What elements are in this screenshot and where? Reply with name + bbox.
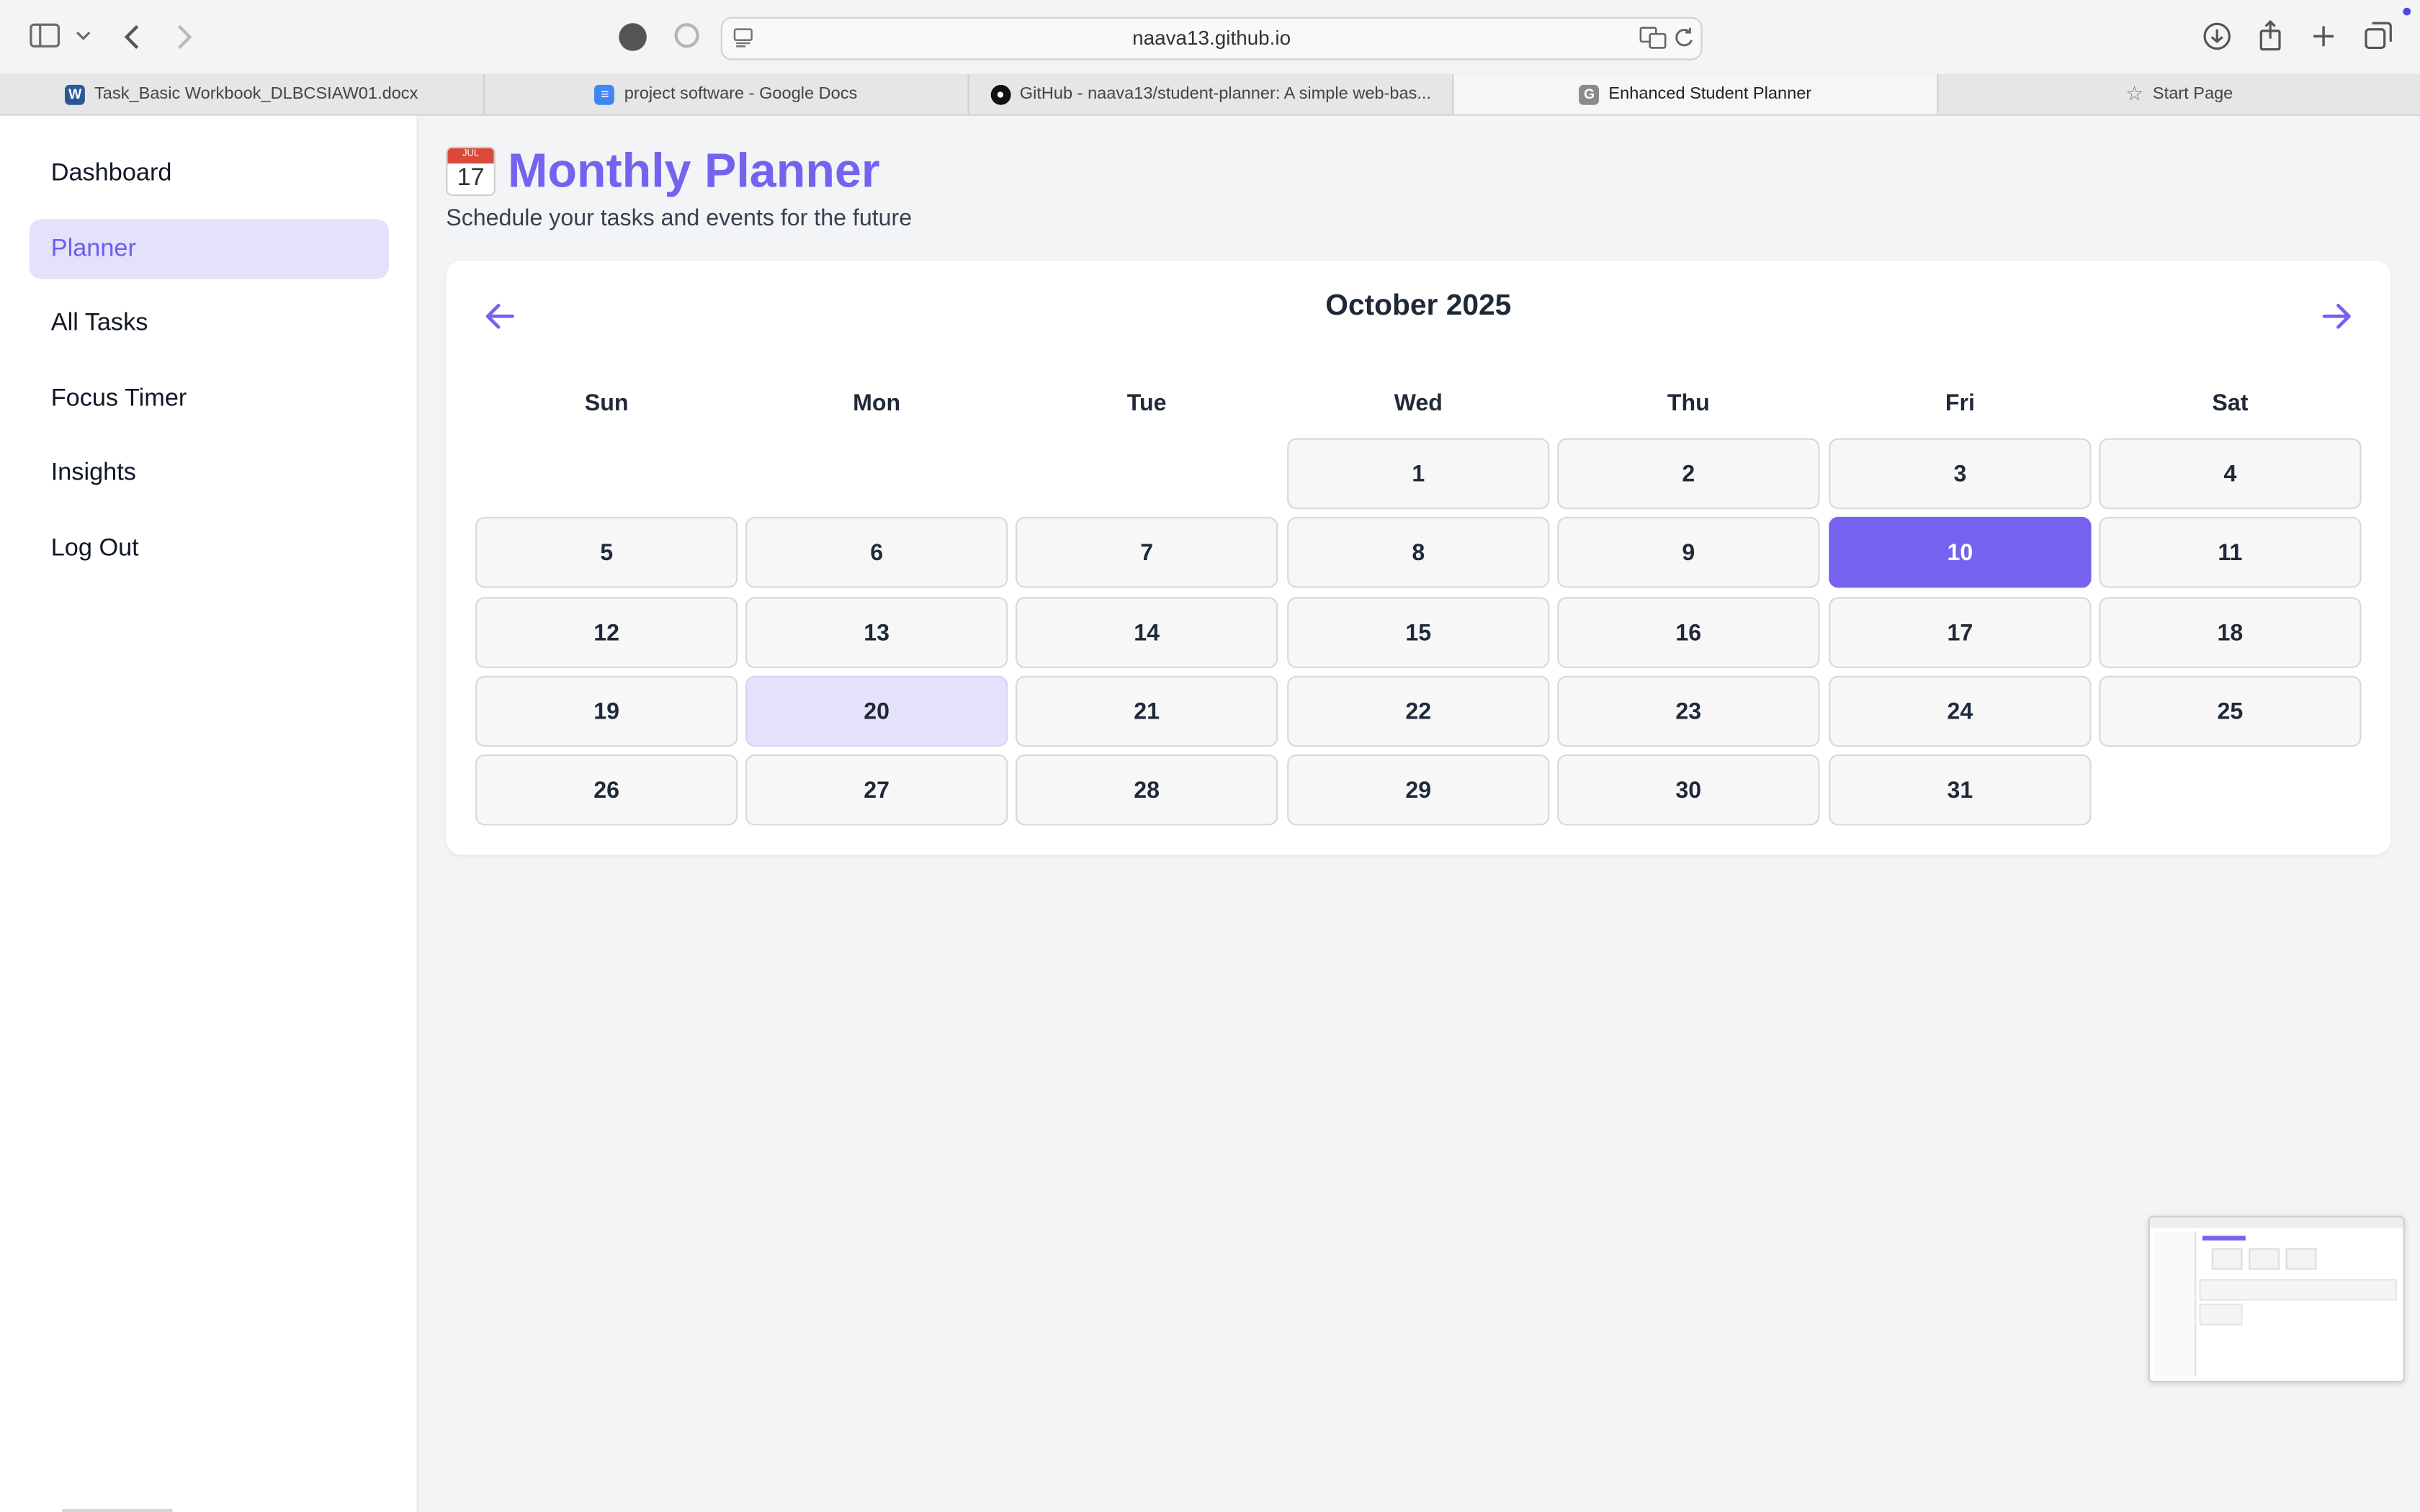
tab-word-document[interactable]: W Task_Basic Workbook_DLBCSIAW01.docx [0,73,485,114]
calendar-card: October 2025 Sun Mon Tue Wed Thu Fri Sat 12345… [446,261,2391,855]
page-title-text: Monthly Planner [508,143,880,198]
sidebar-item-dashboard[interactable]: Dashboard [30,143,389,204]
weekday-label-mon: Mon [853,390,901,417]
github-icon: ● [990,84,1010,104]
download-icon[interactable] [2202,22,2232,51]
calendar-day-10[interactable]: 10 [1829,516,2092,588]
calendar-day-4[interactable]: 4 [2099,438,2362,510]
calendar-day-31[interactable]: 31 [1829,754,2092,826]
weekday-label-sat: Sat [2212,390,2249,417]
tab-start-page[interactable]: ☆ Start Page [1938,74,2420,114]
reload-icon[interactable] [1673,26,1695,49]
calendar-day-7[interactable]: 7 [1016,516,1278,588]
calendar-day-18[interactable]: 18 [2099,597,2362,668]
tab-google-docs[interactable]: ≡ project software - Google Docs [485,73,969,114]
browser-toolbar: naava13.github.io [0,0,2420,76]
sidebar-item-log-out[interactable]: Log Out [30,518,389,579]
page-title: JUL 17 Monthly Planner [446,143,880,199]
sidebar-toggle-icon[interactable] [30,23,60,48]
calendar-day-3[interactable]: 3 [1829,438,2092,510]
star-icon: ☆ [2125,81,2144,105]
weekday-label-wed: Wed [1394,390,1443,417]
weekday-label-sun: Sun [584,390,629,417]
url-text: naava13.github.io [1132,26,1291,50]
calendar-day-23[interactable]: 23 [1557,675,1820,747]
weekday-label-thu: Thu [1667,390,1710,417]
calendar-day-13[interactable]: 13 [745,597,1008,668]
sidebar-item-label: Dashboard [50,159,172,186]
next-month-button[interactable] [2318,298,2355,335]
tab-label: Enhanced Student Planner [1608,84,1812,104]
calendar-day-11[interactable]: 11 [2099,516,2362,588]
month-label: October 2025 [1325,289,1512,323]
tab-label: project software - Google Docs [624,84,858,104]
sidebar-item-label: Insights [50,459,136,485]
tab-bar: W Task_Basic Workbook_DLBCSIAW01.docx ≡ … [0,73,2420,116]
tab-enhanced-student-planner[interactable]: G Enhanced Student Planner [1453,73,1939,114]
word-icon: W [65,84,86,104]
sidebar-scroll-indicator [61,1508,173,1512]
tab-overview-icon[interactable] [2365,22,2393,50]
forward-icon[interactable] [174,23,193,51]
calendar-day-1[interactable]: 1 [1287,438,1550,510]
calendar-day-8[interactable]: 8 [1287,516,1550,588]
sidebar-item-focus-timer[interactable]: Focus Timer [30,369,389,429]
sidebar-item-label: Focus Timer [50,384,187,412]
sidebar-item-label: All Tasks [50,309,148,336]
extension-icon[interactable] [619,23,647,51]
tab-label: Task_Basic Workbook_DLBCSIAW01.docx [94,84,418,104]
calendar-day-6[interactable]: 6 [745,516,1008,588]
window-preview-thumbnail[interactable] [2148,1215,2405,1382]
calendar-day-9[interactable]: 9 [1557,516,1820,588]
calendar-day-27[interactable]: 27 [745,754,1008,826]
calendar-day-20[interactable]: 20 [745,675,1008,747]
sidebar-item-label: Planner [50,235,136,262]
calendar-day-14[interactable]: 14 [1016,597,1278,668]
calendar-day-12[interactable]: 12 [475,597,738,668]
calendar-day-15[interactable]: 15 [1287,597,1550,668]
calendar-day-17[interactable]: 17 [1829,597,2092,668]
calendar-day-30[interactable]: 30 [1557,754,1820,826]
sidebar-item-planner[interactable]: Planner [29,219,389,279]
sidebar: Dashboard Planner All Tasks Focus Timer … [0,115,418,1512]
share-icon[interactable] [2258,19,2282,51]
calendar-day-19[interactable]: 19 [475,675,738,747]
calendar-day-2[interactable]: 2 [1557,438,1820,510]
page-subtitle: Schedule your tasks and events for the f… [446,205,913,232]
browser-window: naava13.github.io W Task_Basic Workbook_… [0,0,2420,1512]
weekday-label-tue: Tue [1126,390,1167,417]
sidebar-item-label: Log Out [50,534,139,561]
tab-label: GitHub - naava13/student-planner: A simp… [1019,84,1432,104]
calendar-day-21[interactable]: 21 [1016,675,1278,747]
tab-github[interactable]: ● GitHub - naava13/student-planner: A si… [969,73,1454,114]
back-icon[interactable] [123,23,142,51]
sidebar-item-insights[interactable]: Insights [30,443,389,503]
calendar-day-28[interactable]: 28 [1016,754,1278,826]
chevron-down-icon[interactable] [76,30,91,42]
address-bar[interactable]: naava13.github.io [720,17,1703,60]
g-icon: G [1579,84,1600,104]
notification-dot [2403,7,2411,16]
new-tab-icon[interactable] [2312,24,2335,48]
sidebar-item-all-tasks[interactable]: All Tasks [30,293,389,354]
calendar-day-29[interactable]: 29 [1287,754,1550,826]
calendar-day-16[interactable]: 16 [1557,597,1820,668]
translate-icon[interactable] [1639,26,1667,49]
grammarly-icon[interactable] [674,23,699,48]
calendar-day-5[interactable]: 5 [475,516,738,588]
calendar-icon: JUL 17 [446,146,496,197]
calendar-day-26[interactable]: 26 [475,754,738,826]
google-docs-icon: ≡ [595,84,615,104]
tab-label: Start Page [2152,84,2233,104]
calendar-day-24[interactable]: 24 [1829,675,2092,747]
calendar-day-25[interactable]: 25 [2099,675,2362,747]
calendar-day-22[interactable]: 22 [1287,675,1550,747]
weekday-label-fri: Fri [1945,390,1975,417]
